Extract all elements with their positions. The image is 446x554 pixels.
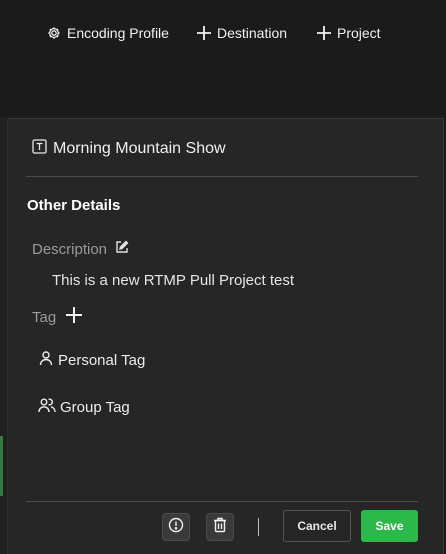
tag-label-row: Tag <box>32 307 83 327</box>
encoding-profile-button[interactable]: Encoding Profile <box>47 22 169 44</box>
destination-label: Destination <box>217 25 288 41</box>
left-strip <box>0 118 8 554</box>
delete-button[interactable] <box>206 513 234 541</box>
plus-icon <box>197 26 211 40</box>
project-label: Project <box>337 25 381 41</box>
title-divider <box>26 176 418 177</box>
project-details-panel: Morning Mountain Show Other Details Desc… <box>8 118 446 554</box>
gear-icon <box>47 26 61 40</box>
user-icon <box>38 350 54 370</box>
info-button[interactable] <box>162 513 190 541</box>
plus-icon <box>317 26 331 40</box>
trash-icon <box>213 517 227 538</box>
text-type-icon <box>32 139 47 159</box>
description-value: This is a new RTMP Pull Project test <box>52 272 295 289</box>
project-name: Morning Mountain Show <box>53 140 226 157</box>
edit-icon[interactable] <box>115 240 129 258</box>
tag-label: Tag <box>32 308 57 326</box>
other-details-heading: Other Details <box>27 197 121 214</box>
tag-item-label: Personal Tag <box>58 351 146 369</box>
project-title-row: Morning Mountain Show <box>32 139 226 159</box>
add-tag-icon[interactable] <box>66 307 83 327</box>
users-icon <box>38 397 56 417</box>
top-toolbar: Encoding Profile Destination Project <box>0 0 446 118</box>
add-destination-button[interactable]: Destination <box>197 22 287 44</box>
add-project-button[interactable]: Project <box>317 22 381 44</box>
footer-separator <box>258 518 259 536</box>
save-button[interactable]: Save <box>361 510 418 542</box>
footer-divider <box>26 501 418 502</box>
encoding-profile-label: Encoding Profile <box>67 25 169 41</box>
description-label-row: Description <box>32 240 129 258</box>
selection-indicator <box>0 436 3 496</box>
info-icon <box>168 517 184 538</box>
cancel-button[interactable]: Cancel <box>283 510 351 542</box>
tag-item-personal[interactable]: Personal Tag <box>38 350 145 370</box>
description-label: Description <box>32 240 108 258</box>
tag-item-label: Group Tag <box>60 398 130 416</box>
tag-item-group[interactable]: Group Tag <box>38 397 130 417</box>
